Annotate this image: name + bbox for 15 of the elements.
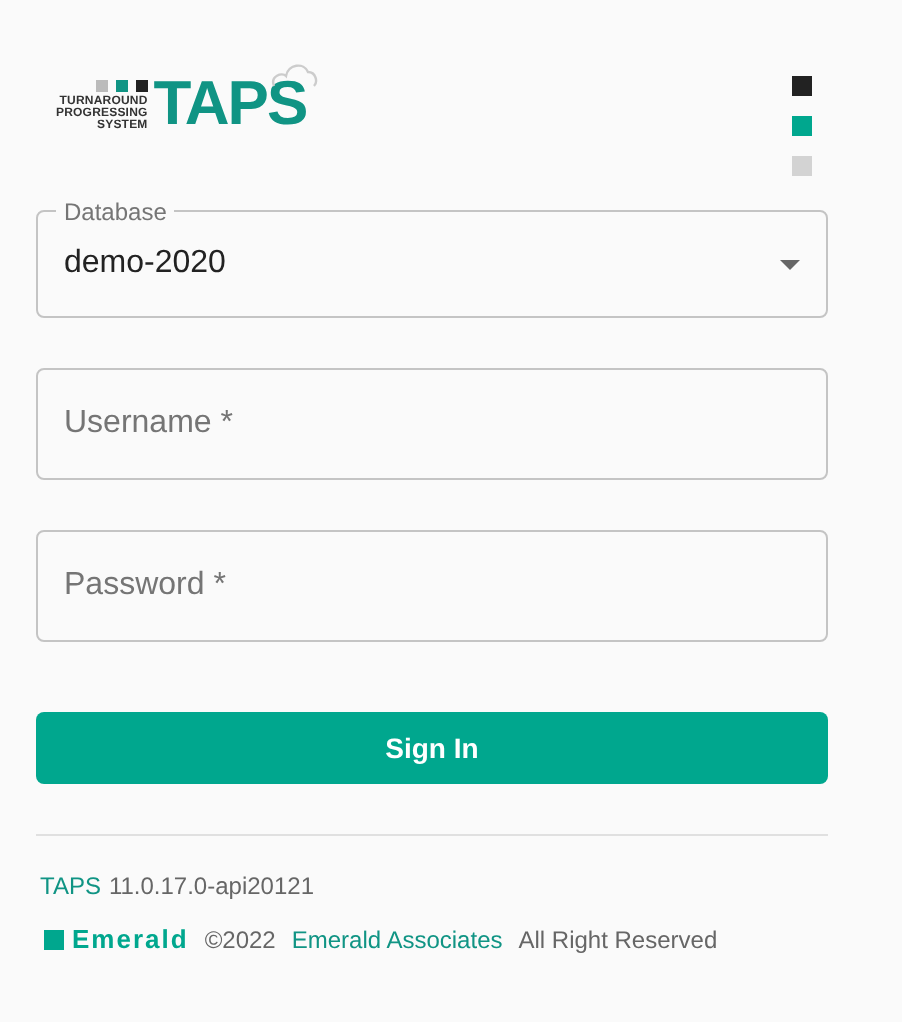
brand-name: Emerald <box>72 924 189 954</box>
rights-text: All Right Reserved <box>518 925 718 953</box>
username-field[interactable]: Username * <box>36 368 828 480</box>
company-link[interactable]: Emerald Associates <box>291 925 503 953</box>
password-field[interactable]: Password * <box>36 530 828 642</box>
menu-icon[interactable] <box>792 76 812 176</box>
product-name: TAPS <box>40 872 101 900</box>
dropdown-caret-icon <box>780 259 800 269</box>
database-label: Database <box>56 198 175 226</box>
copyright: ©2022 <box>204 925 276 953</box>
version-number: 11.0.17.0-api20121 <box>108 872 314 900</box>
brand-square-icon <box>44 929 64 949</box>
squares-icon <box>95 80 148 92</box>
logo-wordmark: TAPS <box>153 76 307 132</box>
sign-in-button[interactable]: Sign In <box>36 712 828 784</box>
